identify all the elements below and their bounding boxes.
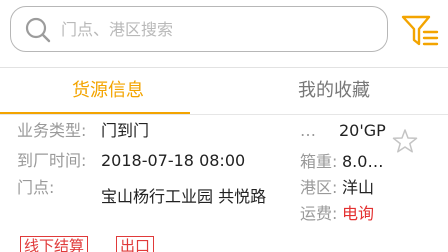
location-value: 宝山杨行工业园 共悦路	[101, 187, 267, 206]
container-label: …	[300, 121, 316, 140]
weight-label: 箱重:	[300, 152, 338, 171]
tag-offline-settlement: 线下结算	[20, 236, 89, 252]
header-divider	[0, 67, 448, 68]
filter-icon[interactable]	[400, 12, 440, 50]
container-value: 20'GP	[339, 121, 386, 140]
location-label: 门点:	[17, 178, 55, 197]
arrival-time-label: 到厂时间:	[17, 151, 87, 170]
port-label: 港区:	[300, 178, 338, 197]
tab-my-favorites[interactable]: 我的收藏	[298, 76, 370, 106]
star-outline-icon[interactable]	[392, 128, 418, 154]
weight-value: 8.0…	[342, 152, 384, 171]
search-input[interactable]	[61, 15, 371, 43]
tab-cargo-info[interactable]: 货源信息	[72, 76, 144, 106]
business-type-label: 业务类型:	[17, 121, 87, 140]
fee-label: 运费:	[300, 204, 338, 223]
business-type-value: 门到门	[101, 121, 150, 140]
port-value: 洋山	[342, 178, 375, 197]
search-icon	[25, 17, 51, 43]
tag-export: 出口	[116, 236, 155, 252]
app-screen: 货源信息 我的收藏 业务类型: 门到门 到厂时间: 2018-07-18 08:…	[0, 0, 448, 252]
search-bar[interactable]	[10, 6, 388, 52]
arrival-time-value: 2018-07-18 08:00	[101, 151, 246, 170]
fee-value: 电询	[342, 204, 375, 223]
